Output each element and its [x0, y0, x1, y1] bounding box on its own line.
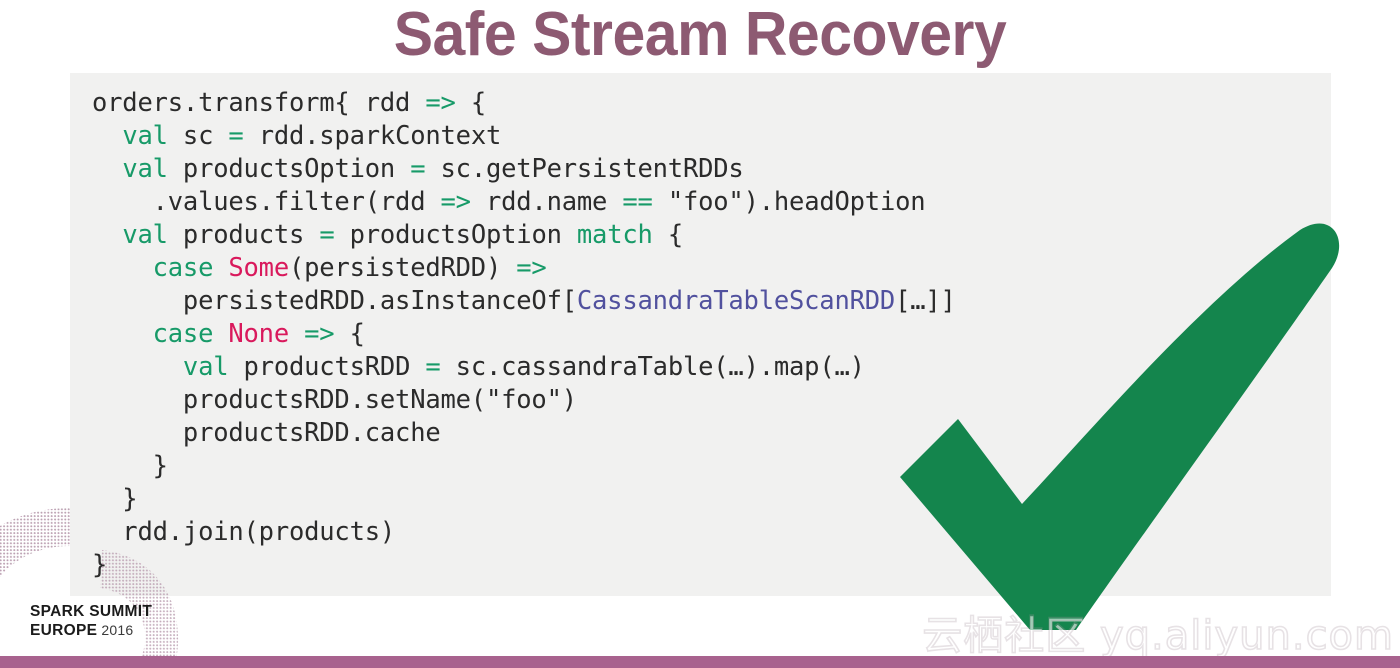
code-line: productsRDD.cache	[92, 418, 441, 448]
code-panel: orders.transform{ rdd => { val sc = rdd.…	[70, 73, 1331, 596]
logo-europe-label: EUROPE	[30, 622, 98, 639]
logo-line-2: EUROPE 2016	[30, 621, 152, 640]
code-line: val products = productsOption match {	[122, 220, 683, 250]
code-line: }	[92, 451, 168, 481]
bottom-accent-bar	[0, 656, 1400, 668]
spark-summit-logo: SPARK SUMMIT EUROPE 2016	[30, 602, 152, 640]
logo-line-1: SPARK SUMMIT	[30, 603, 153, 620]
page-title: Safe Stream Recovery	[393, 0, 1007, 69]
code-line: }	[92, 484, 138, 514]
code-line: case Some(persistedRDD) =>	[152, 253, 547, 283]
code-line: }	[92, 550, 108, 580]
code-line: orders.transform{ rdd => {	[92, 88, 486, 118]
code-listing: orders.transform{ rdd => { val sc = rdd.…	[92, 87, 956, 582]
code-line: val productsOption = sc.getPersistentRDD…	[122, 154, 744, 184]
code-line: val productsRDD = sc.cassandraTable(…).m…	[182, 352, 865, 382]
code-line: rdd.join(products)	[92, 517, 396, 547]
code-line: val sc = rdd.sparkContext	[122, 121, 502, 151]
code-line: .values.filter(rdd => rdd.name == "foo")…	[92, 187, 926, 217]
logo-year-label: 2016	[97, 622, 134, 638]
code-line: persistedRDD.asInstanceOf[CassandraTable…	[92, 286, 956, 316]
watermark: 云栖社区 yq.aliyun.com	[921, 613, 1394, 659]
code-line: case None => {	[152, 319, 365, 349]
code-line: productsRDD.setName("foo")	[92, 385, 577, 415]
